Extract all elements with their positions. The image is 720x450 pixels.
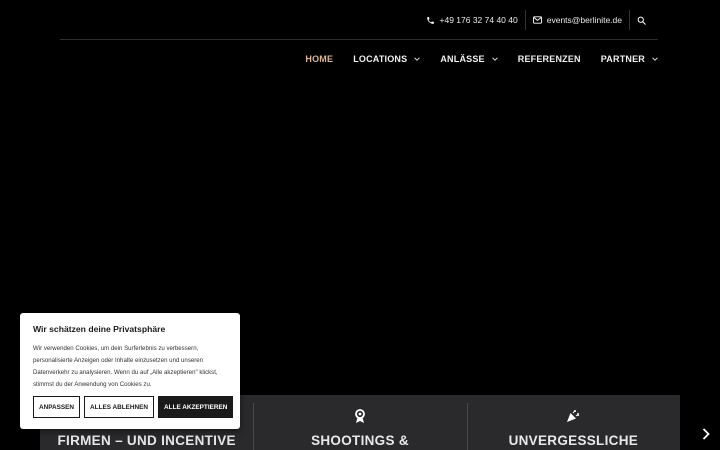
main-navigation: HOME LOCATIONS ANLÄSSE REFERENZEN PARTNE… (285, 54, 658, 64)
nav-label: REFERENZEN (517, 54, 581, 64)
phone-link[interactable]: +49 176 32 74 40 40 (419, 10, 525, 30)
cookie-text: Wir verwenden Cookies, um dein Surferleb… (33, 345, 218, 388)
nav-item-anlaesse[interactable]: ANLÄSSE (440, 54, 498, 64)
cookie-consent-dialog: Wir schätzen deine Privatsphäre Wir verw… (20, 313, 240, 429)
nav-item-home[interactable]: HOME (305, 54, 333, 64)
nav-item-referenzen[interactable]: REFERENZEN (518, 54, 581, 64)
feature-title: UNVERGESSLICHE (508, 433, 639, 448)
email-address: events@berlinite.de (546, 15, 622, 25)
search-icon (637, 16, 646, 25)
nav-label: LOCATIONS (353, 54, 408, 64)
email-link[interactable]: events@berlinite.de (526, 10, 629, 30)
search-button[interactable] (630, 10, 658, 30)
feature-unvergessliche[interactable]: UNVERGESSLICHE (466, 395, 680, 450)
reject-all-button[interactable]: ALLES ABLEHNEN (84, 396, 155, 418)
contact-info: +49 176 32 74 40 40 events@berlinite.de (419, 10, 659, 30)
nav-item-locations[interactable]: LOCATIONS (353, 54, 421, 64)
cookie-title: Wir schätzen deine Privatsphäre (33, 324, 166, 334)
party-popper-icon (567, 410, 580, 422)
chevron-down-icon (492, 57, 498, 61)
nav-label: PARTNER (600, 54, 645, 64)
feature-shootings[interactable]: SHOOTINGS & (253, 395, 466, 450)
nav-item-partner[interactable]: PARTNER (601, 54, 658, 64)
phone-icon (426, 16, 434, 24)
feature-title: SHOOTINGS & (311, 433, 409, 448)
chevron-down-icon (652, 57, 658, 61)
award-ribbon-icon (355, 409, 365, 423)
envelope-icon (532, 16, 542, 24)
feature-title: FIRMEN – UND INCENTIVE (57, 433, 236, 448)
chevron-down-icon (414, 57, 421, 61)
nav-label: ANLÄSSE (440, 54, 485, 64)
phone-number: +49 176 32 74 40 40 (439, 15, 518, 25)
chevron-right-icon[interactable] (702, 428, 710, 440)
accept-all-button[interactable]: ALLE AKZEPTIEREN (158, 396, 234, 418)
cookie-buttons: ANPASSEN ALLES ABLEHNEN ALLE AKZEPTIEREN (33, 396, 234, 418)
top-bar: +49 176 32 74 40 40 events@berlinite.de (60, 0, 658, 40)
nav-label: HOME (305, 54, 334, 64)
customize-button[interactable]: ANPASSEN (33, 396, 81, 418)
